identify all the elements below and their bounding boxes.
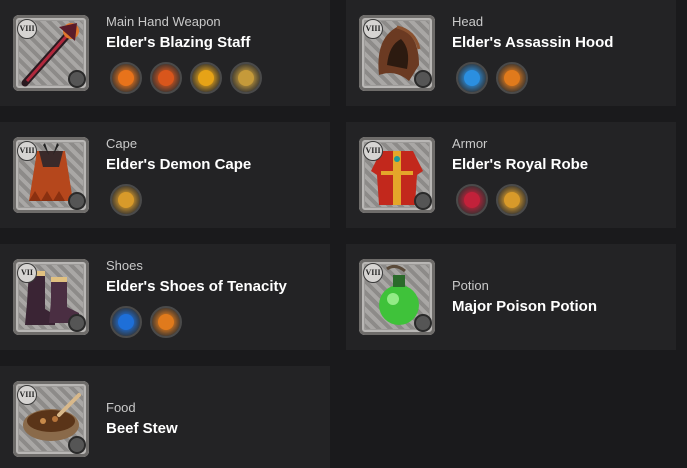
item-slot[interactable]: VIII — [13, 15, 89, 91]
item-name: Elder's Blazing Staff — [106, 34, 251, 51]
item-card-head[interactable]: VIII Head Elder's Assassin Hood — [346, 0, 676, 106]
spell-list — [110, 62, 262, 94]
item-slot[interactable]: VIII — [359, 259, 435, 335]
slot-type-label: Head — [452, 14, 484, 29]
sword-passive-icon[interactable] — [110, 184, 142, 216]
item-slot[interactable]: VII — [13, 259, 89, 335]
item-name: Elder's Assassin Hood — [452, 34, 614, 51]
fire-passive-icon[interactable] — [150, 306, 182, 338]
item-card-main-hand[interactable]: VIII Main Hand Weapon Elder's Blazing St… — [0, 0, 330, 106]
quality-indicator — [414, 192, 432, 210]
tier-badge: VIII — [17, 141, 37, 161]
sword-passive-icon[interactable] — [496, 184, 528, 216]
quality-indicator — [414, 70, 432, 88]
tier-badge: VIII — [17, 385, 37, 405]
tier-badge: VII — [17, 263, 37, 283]
water-orb-icon[interactable] — [456, 62, 488, 94]
item-card-food[interactable]: VIII Food Beef Stew — [0, 366, 330, 468]
item-card-cape[interactable]: VIII Cape Elder's Demon Cape — [0, 122, 330, 228]
slot-type-label: Armor — [452, 136, 488, 151]
sword-passive-icon[interactable] — [230, 62, 262, 94]
flame-spark-icon[interactable] — [190, 62, 222, 94]
tier-badge: VIII — [363, 141, 383, 161]
item-name: Major Poison Potion — [452, 298, 597, 315]
slot-type-label: Food — [106, 400, 136, 415]
item-name: Elder's Royal Robe — [452, 156, 589, 173]
item-name: Elder's Shoes of Tenacity — [106, 278, 287, 295]
item-slot[interactable]: VIII — [13, 381, 89, 457]
spell-list — [456, 184, 528, 216]
tier-badge: VIII — [17, 19, 37, 39]
fire-ring-icon[interactable] — [150, 62, 182, 94]
blue-shield-icon[interactable] — [110, 306, 142, 338]
item-slot[interactable]: VIII — [359, 15, 435, 91]
quality-indicator — [68, 70, 86, 88]
spell-list — [110, 306, 182, 338]
item-slot[interactable]: VIII — [359, 137, 435, 213]
blood-gear-icon[interactable] — [456, 184, 488, 216]
item-card-shoes[interactable]: VII Shoes Elder's Shoes of Tenacity — [0, 244, 330, 350]
tier-badge: VIII — [363, 19, 383, 39]
quality-indicator — [68, 436, 86, 454]
quality-indicator — [68, 192, 86, 210]
item-name: Beef Stew — [106, 420, 178, 437]
spell-list — [456, 62, 528, 94]
quality-indicator — [68, 314, 86, 332]
slot-type-label: Potion — [452, 278, 489, 293]
item-name: Elder's Demon Cape — [106, 156, 252, 173]
item-card-armor[interactable]: VIII Armor Elder's Royal Robe — [346, 122, 676, 228]
tier-badge: VIII — [363, 263, 383, 283]
item-slot[interactable]: VIII — [13, 137, 89, 213]
quality-indicator — [414, 314, 432, 332]
slot-type-label: Shoes — [106, 258, 143, 273]
fire-burst-icon[interactable] — [110, 62, 142, 94]
fire-passive-icon[interactable] — [496, 62, 528, 94]
slot-type-label: Cape — [106, 136, 138, 151]
spell-list — [110, 184, 142, 216]
item-card-potion[interactable]: VIII Potion Major Poison Potion — [346, 244, 676, 350]
slot-type-label: Main Hand Weapon — [106, 14, 221, 29]
